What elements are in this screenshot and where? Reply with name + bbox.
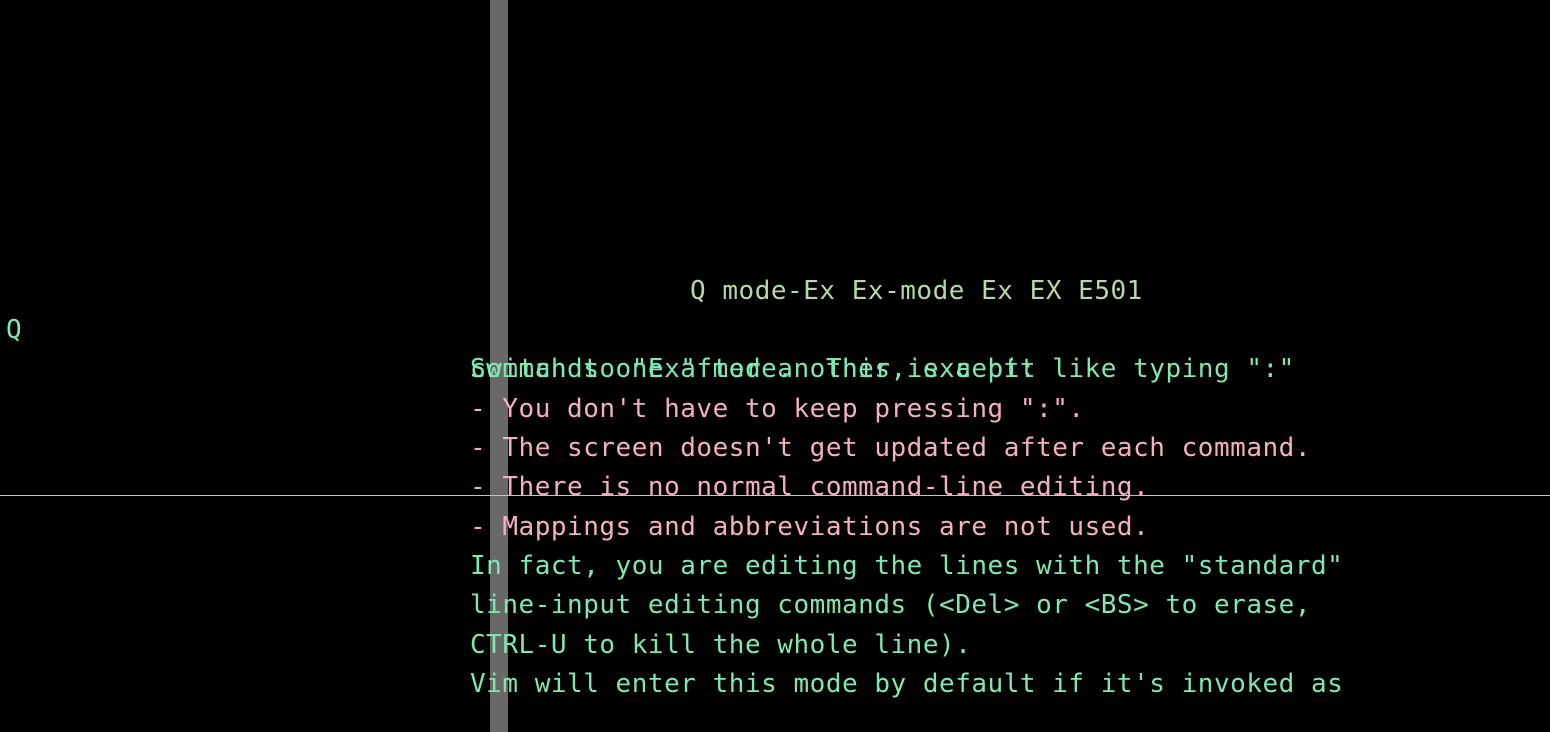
help-content: Q mode-Ex Ex-mode Ex EX E501 Q Switch to… <box>0 196 1550 732</box>
vim-help-buffer[interactable]: Q mode-Ex Ex-mode Ex EX E501 Q Switch to… <box>0 0 1550 732</box>
